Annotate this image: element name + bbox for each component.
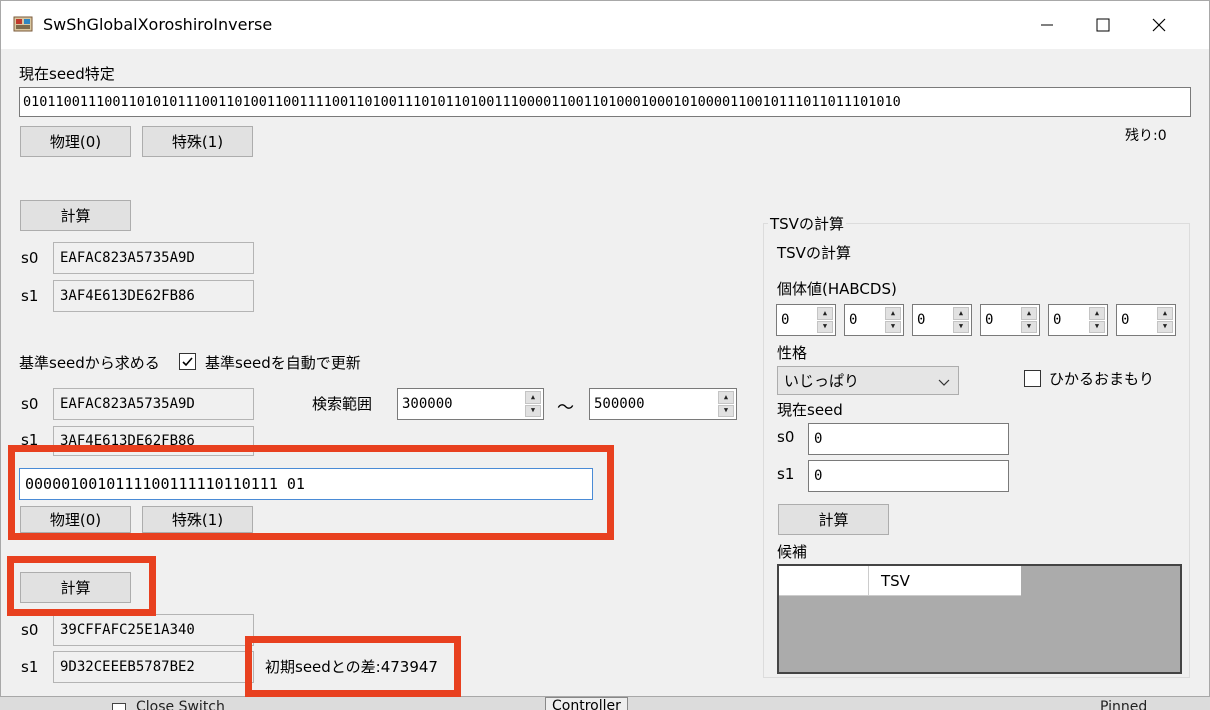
down-arrow-icon[interactable]: ▼ [817,320,833,333]
highlight-calc-button [7,556,156,616]
down-arrow-icon[interactable]: ▼ [1157,320,1173,333]
tsv-inner-title: TSVの計算 [777,244,851,262]
candidates-grid[interactable]: TSV [777,564,1182,674]
iv-b-stepper[interactable]: 0 ▲ ▼ [912,304,972,336]
special-button[interactable]: 特殊(1) [142,126,253,157]
up-arrow-icon[interactable]: ▲ [817,307,833,320]
range-to-stepper[interactable]: 500000 ▲ ▼ [589,388,737,420]
iv-s-stepper[interactable]: 0 ▲ ▼ [1116,304,1176,336]
close-icon [1152,18,1166,32]
current-seed-bits-input[interactable]: 0101100111001101010111001101001100111100… [19,87,1191,117]
base-seed-label: 基準seedから求める [19,354,160,372]
chevron-down-icon [938,374,950,392]
maximize-button[interactable] [1075,1,1131,49]
background-item: Close Switch [136,699,225,710]
shiny-charm-checkbox[interactable] [1024,370,1041,387]
calc2-s1-output: 9D32CEEEB5787BE2 [53,651,254,683]
iv-value: 0 [917,312,926,328]
up-arrow-icon[interactable]: ▲ [718,391,734,404]
background-taskbar-strip: Close Switch Controller Pinned [0,697,1210,710]
down-arrow-icon[interactable]: ▼ [1021,320,1037,333]
checkmark-icon [182,357,193,367]
tsv-group-title: TSVの計算 [768,213,846,234]
calc1-s0-output: EAFAC823A5735A9D [53,242,254,274]
remaining-label: 残り:0 [1125,128,1167,144]
up-arrow-icon[interactable]: ▲ [1021,307,1037,320]
window-title: SwShGlobalXoroshiroInverse [43,15,273,34]
calc2-s0-output: 39CFFAFC25E1A340 [53,614,254,646]
nature-select[interactable]: いじっぱり [777,366,959,395]
maximize-icon [1096,18,1110,32]
down-arrow-icon[interactable]: ▼ [718,404,734,417]
main-window: SwShGlobalXoroshiroInverse 現在seed特定 0101… [0,0,1210,697]
iv-label: 個体値(HABCDS) [777,280,897,298]
range-from-value: 300000 [402,396,453,412]
tsv-s1-input[interactable]: 0 [808,460,1009,492]
grid-header-row-corner [779,566,869,596]
highlight-bits-input [8,445,614,540]
iv-value: 0 [985,312,994,328]
tsv-calc-button[interactable]: 計算 [778,504,889,535]
close-button[interactable] [1131,1,1187,49]
iv-value: 0 [849,312,858,328]
down-arrow-icon[interactable]: ▼ [525,404,541,417]
nature-value: いじっぱり [784,372,860,390]
calc1-s1-output: 3AF4E613DE62FB86 [53,280,254,312]
current-seed-label: 現在seed特定 [19,65,115,83]
candidates-label: 候補 [777,543,808,561]
iv-h-stepper[interactable]: 0 ▲ ▼ [776,304,836,336]
search-range-label: 検索範囲 [312,395,373,413]
range-tilde: 〜 [557,398,574,418]
calc-button-1[interactable]: 計算 [20,200,131,231]
auto-update-label: 基準seedを自動で更新 [205,354,361,372]
up-arrow-icon[interactable]: ▲ [885,307,901,320]
iv-d-stepper[interactable]: 0 ▲ ▼ [1048,304,1108,336]
calc1-s1-label: s1 [21,287,39,305]
iv-value: 0 [1053,312,1062,328]
up-arrow-icon[interactable]: ▲ [953,307,969,320]
calc1-s0-label: s0 [21,249,39,267]
title-bar[interactable]: SwShGlobalXoroshiroInverse [1,1,1209,49]
calc2-s1-label: s1 [21,658,39,676]
iv-value: 0 [1121,312,1130,328]
iv-value: 0 [781,312,790,328]
tsv-s0-label: s0 [777,428,795,446]
down-arrow-icon[interactable]: ▼ [953,320,969,333]
up-arrow-icon[interactable]: ▲ [525,391,541,404]
background-item: Controller [545,697,628,710]
tsv-s0-input[interactable]: 0 [808,423,1009,455]
tsv-s1-label: s1 [777,465,795,483]
down-arrow-icon[interactable]: ▼ [1089,320,1105,333]
up-arrow-icon[interactable]: ▲ [1089,307,1105,320]
iv-c-stepper[interactable]: 0 ▲ ▼ [980,304,1040,336]
grid-header-tsv[interactable]: TSV [869,566,1021,596]
app-icon [13,14,33,34]
down-arrow-icon[interactable]: ▼ [885,320,901,333]
calc2-s0-label: s0 [21,621,39,639]
up-arrow-icon[interactable]: ▲ [1157,307,1173,320]
minimize-button[interactable] [1019,1,1075,49]
highlight-diff-label [245,636,461,697]
tsv-current-seed-label: 現在seed [777,401,843,419]
background-checkbox [112,703,126,710]
base-s0-input[interactable]: EAFAC823A5735A9D [53,388,254,420]
base-s0-label: s0 [21,395,39,413]
range-from-stepper[interactable]: 300000 ▲ ▼ [397,388,544,420]
iv-a-stepper[interactable]: 0 ▲ ▼ [844,304,904,336]
minimize-icon [1041,24,1053,26]
range-to-value: 500000 [594,396,645,412]
shiny-charm-label: ひかるおまもり [1049,370,1155,388]
nature-label: 性格 [777,344,808,362]
auto-update-checkbox[interactable] [179,353,196,370]
background-item: Pinned [1100,699,1148,710]
physical-button[interactable]: 物理(0) [20,126,131,157]
